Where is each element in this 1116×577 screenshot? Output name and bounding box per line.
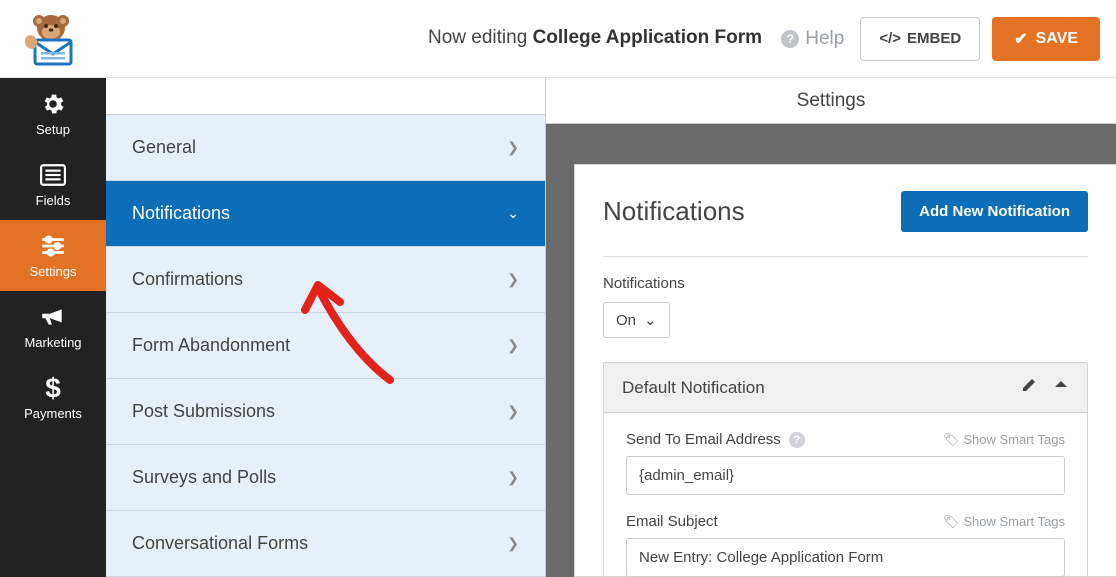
topbar-title: Now editing College Application Form ? H… <box>86 27 860 50</box>
notifications-toggle[interactable]: On ⌄ <box>603 302 670 338</box>
chevron-right-icon: ❯ <box>507 271 519 288</box>
form-name: College Application Form <box>533 27 762 48</box>
sidebar-item-fields[interactable]: Fields <box>0 149 106 220</box>
subpanel-header <box>106 78 545 115</box>
chevron-down-icon: ⌄ <box>507 205 519 222</box>
field-email-subject: Email Subject 🏷 Show Smart Tags <box>626 513 1065 577</box>
chevron-up-icon[interactable] <box>1053 377 1069 398</box>
chevron-right-icon: ❯ <box>507 469 519 486</box>
gear-icon <box>39 90 67 118</box>
list-icon <box>39 161 67 189</box>
check-icon: ✔ <box>1014 29 1027 49</box>
field-label: Send To Email Address ? <box>626 431 805 448</box>
chevron-right-icon: ❯ <box>507 403 519 420</box>
subpanel-item-confirmations[interactable]: Confirmations ❯ <box>106 247 545 313</box>
panel-top: Notifications Add New Notification <box>603 191 1088 232</box>
sidebar-item-settings[interactable]: Settings <box>0 220 106 291</box>
subpanel-item-surveys-polls[interactable]: Surveys and Polls ❯ <box>106 445 545 511</box>
help-icon: ? <box>781 30 799 48</box>
topbar: Now editing College Application Form ? H… <box>0 0 1116 78</box>
help-link[interactable]: ? Help <box>781 28 844 50</box>
subpanel-item-conversational-forms[interactable]: Conversational Forms ❯ <box>106 511 545 577</box>
show-smart-tags[interactable]: 🏷 Show Smart Tags <box>943 432 1065 448</box>
settings-subpanel: General ❯ Notifications ⌄ Confirmations … <box>106 78 546 577</box>
notification-title: Default Notification <box>622 378 765 398</box>
notifications-panel: Notifications Add New Notification Notif… <box>574 164 1116 577</box>
tag-icon: 🏷 <box>943 432 960 448</box>
divider <box>603 256 1088 257</box>
sidebar: Setup Fields Settings Marketing $ Paymen… <box>0 78 106 577</box>
code-icon: </> <box>879 30 901 47</box>
save-button[interactable]: ✔ SAVE <box>992 17 1100 61</box>
sidebar-item-setup[interactable]: Setup <box>0 78 106 149</box>
app-logo <box>16 9 86 69</box>
sliders-icon <box>39 232 67 260</box>
chevron-down-icon: ⌄ <box>644 311 657 329</box>
add-notification-button[interactable]: Add New Notification <box>901 191 1088 232</box>
topbar-actions: </> EMBED ✔ SAVE <box>860 17 1100 61</box>
tag-icon: 🏷 <box>943 514 960 530</box>
content-header: Settings <box>546 78 1116 124</box>
editing-prefix: Now editing <box>428 27 527 48</box>
main: Setup Fields Settings Marketing $ Paymen… <box>0 78 1116 577</box>
email-subject-input[interactable] <box>626 538 1065 577</box>
notification-card: Default Notification <box>603 362 1088 577</box>
subpanel-item-form-abandonment[interactable]: Form Abandonment ❯ <box>106 313 545 379</box>
sidebar-item-payments[interactable]: $ Payments <box>0 362 106 433</box>
notification-actions <box>1021 377 1069 398</box>
field-send-to: Send To Email Address ? 🏷 Show Smart Tag… <box>626 431 1065 495</box>
subpanel-item-general[interactable]: General ❯ <box>106 115 545 181</box>
send-to-input[interactable] <box>626 456 1065 495</box>
chevron-right-icon: ❯ <box>507 139 519 156</box>
edit-icon[interactable] <box>1021 377 1037 398</box>
svg-text:$: $ <box>45 374 61 402</box>
subpanel-item-post-submissions[interactable]: Post Submissions ❯ <box>106 379 545 445</box>
field-label: Email Subject <box>626 513 718 530</box>
chevron-right-icon: ❯ <box>507 337 519 354</box>
show-smart-tags[interactable]: 🏷 Show Smart Tags <box>943 514 1065 530</box>
embed-button[interactable]: </> EMBED <box>860 17 980 61</box>
notification-body: Send To Email Address ? 🏷 Show Smart Tag… <box>604 413 1087 577</box>
sidebar-item-marketing[interactable]: Marketing <box>0 291 106 362</box>
panel-title: Notifications <box>603 196 745 227</box>
subpanel-item-notifications[interactable]: Notifications ⌄ <box>106 181 545 247</box>
notification-card-header: Default Notification <box>604 363 1087 413</box>
help-icon[interactable]: ? <box>789 432 805 448</box>
toggle-label: Notifications <box>603 275 1088 292</box>
content: Settings Notifications Add New Notificat… <box>546 78 1116 577</box>
bullhorn-icon <box>39 303 67 331</box>
dollar-icon: $ <box>39 374 67 402</box>
content-body: Notifications Add New Notification Notif… <box>546 124 1116 577</box>
chevron-right-icon: ❯ <box>507 535 519 552</box>
